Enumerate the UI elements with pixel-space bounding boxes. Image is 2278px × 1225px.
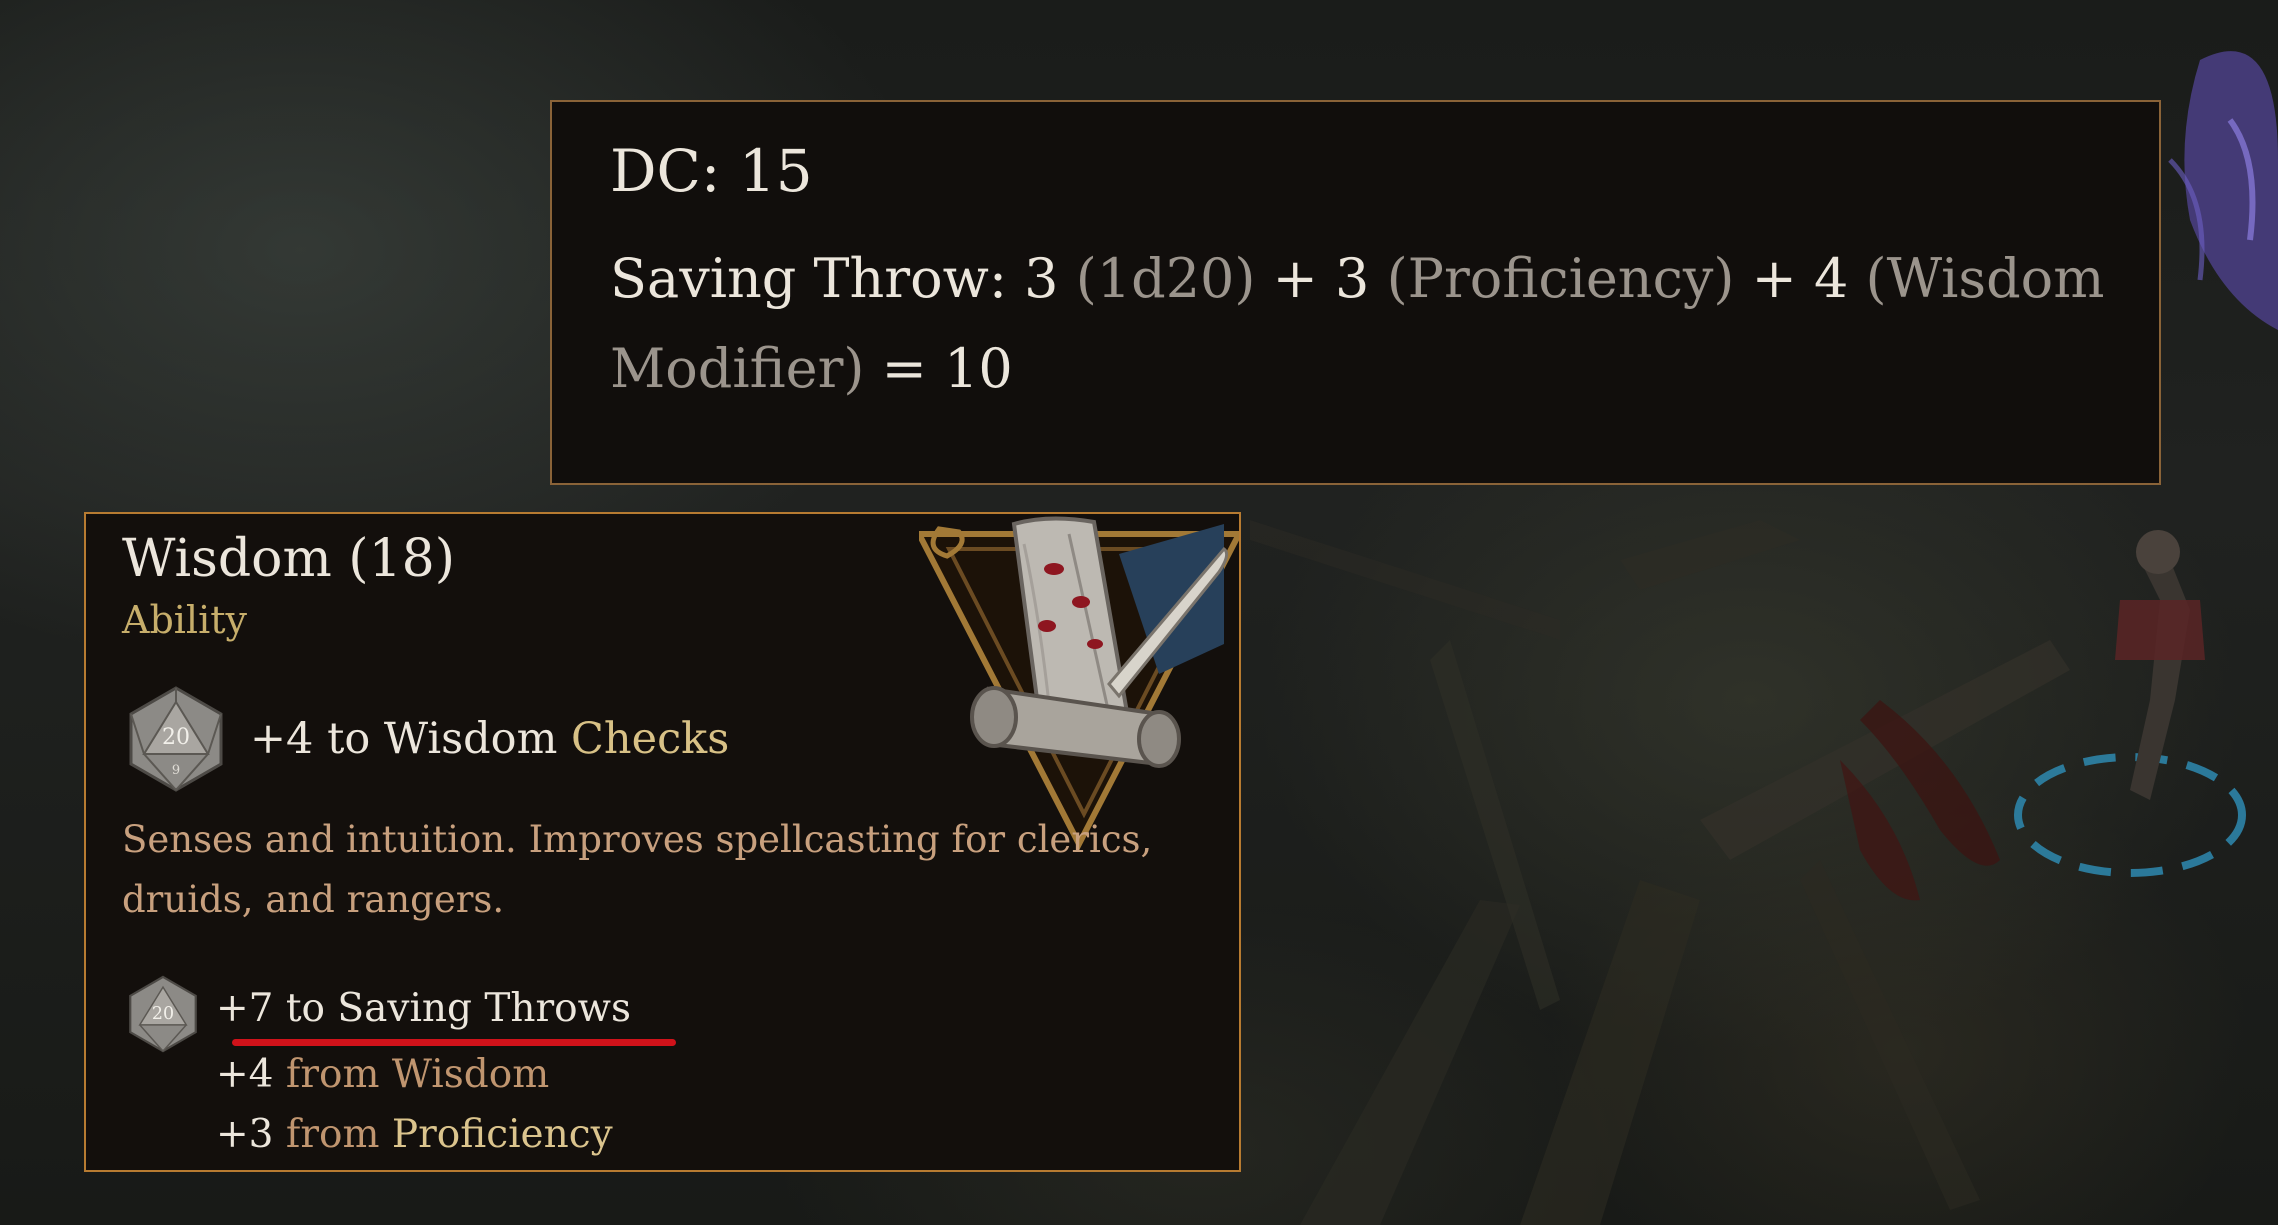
d20-die-icon: 20 9	[129, 686, 223, 792]
game-viewport: DC: 15 Saving Throw: 3 (1d20) + 3 (Profi…	[0, 0, 2278, 1225]
breakdown-from: from	[285, 1052, 380, 1097]
formula-die-source: (1d20)	[1075, 247, 1256, 310]
scroll-quill-emblem-icon	[919, 516, 1239, 851]
check-bonus-value: +4	[250, 714, 314, 764]
difficulty-class-label: DC: 15	[610, 137, 813, 205]
breakdown-row: +3 from Proficiency	[216, 1112, 613, 1157]
d20-face-label: 20	[162, 725, 190, 750]
breakdown-source: Wisdom	[391, 1052, 550, 1097]
formula-total: = 10	[864, 337, 1013, 400]
d20-face-sub-label: 9	[172, 763, 180, 778]
red-annotation-underline	[232, 1039, 676, 1046]
breakdown-source: Proficiency	[391, 1112, 613, 1157]
ability-description: Senses and intuition. Improves spellcast…	[122, 818, 1153, 921]
ability-title: Wisdom (18)	[122, 529, 456, 589]
check-bonus-text: +4 to Wisdom Checks	[250, 714, 729, 764]
save-die-face-label: 20	[152, 1004, 174, 1024]
saving-throw-formula: Saving Throw: 3 (1d20) + 3 (Proficiency)…	[610, 234, 2110, 414]
formula-proficiency-source: (Proficiency)	[1386, 247, 1735, 310]
breakdown-value: +4	[216, 1052, 274, 1097]
formula-modifier-value: + 4	[1734, 247, 1866, 310]
formula-proficiency-value: + 3	[1255, 247, 1387, 310]
check-keyword: Checks	[571, 714, 730, 764]
breakdown-value: +3	[216, 1112, 274, 1157]
ability-category: Ability	[122, 598, 247, 642]
breakdown-from: from	[285, 1112, 380, 1157]
roll-breakdown-tooltip: DC: 15 Saving Throw: 3 (1d20) + 3 (Profi…	[550, 100, 2161, 485]
breakdown-row: +4 from Wisdom	[216, 1052, 549, 1097]
ability-check-bonus: 20 9 +4 to Wisdom Checks	[126, 684, 729, 794]
formula-roll-value: Saving Throw: 3	[610, 247, 1076, 310]
wisdom-ability-tooltip: Wisdom (18) Ability 20 9 +4 to Wisdom Ch…	[84, 512, 1241, 1172]
saving-throw-total: +7 to Saving Throws	[216, 986, 632, 1031]
check-bonus-target: to Wisdom	[327, 714, 558, 764]
d20-saving-throw-icon: 20	[129, 975, 197, 1053]
